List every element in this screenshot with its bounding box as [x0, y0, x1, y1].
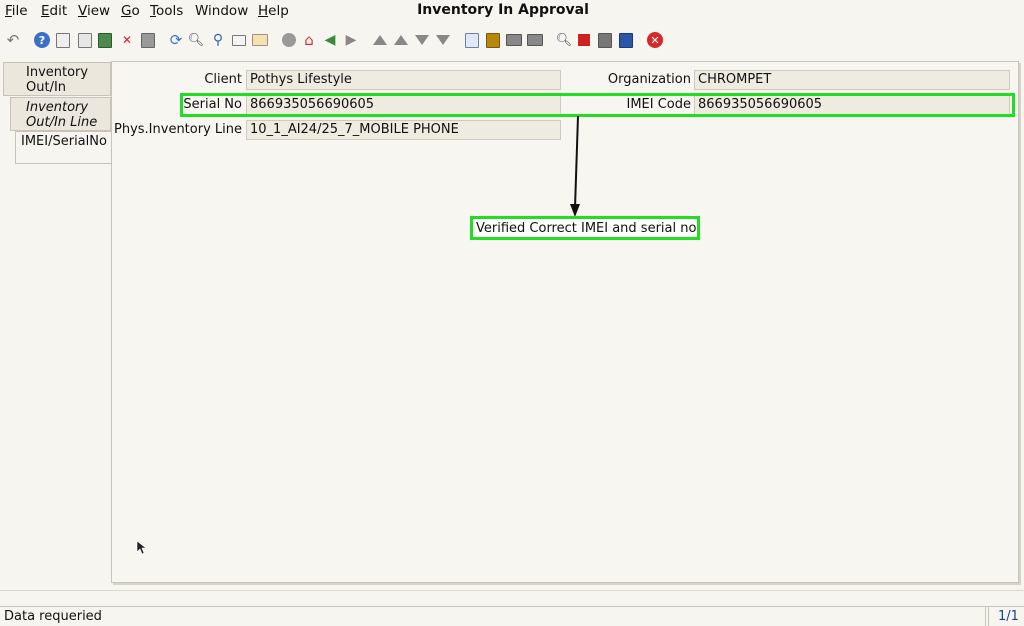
copy-icon[interactable] [76, 31, 94, 49]
print-icon[interactable] [526, 31, 544, 49]
imei-code-field[interactable]: 866935056690605 [694, 95, 1010, 115]
annotation-arrow-icon [570, 116, 580, 217]
grid-toggle-icon[interactable] [251, 31, 269, 49]
tab-label: Out/In [26, 80, 67, 95]
mouse-cursor-icon [136, 540, 146, 555]
tab-inventory-out-in[interactable]: Inventory Out/In [3, 62, 111, 96]
last-record-icon[interactable] [434, 31, 452, 49]
status-message: Data requeried [4, 609, 102, 624]
history-icon[interactable] [280, 31, 298, 49]
imei-code-label: IMEI Code [626, 97, 691, 112]
product-info-icon[interactable] [617, 31, 635, 49]
forward-icon[interactable]: ▶ [342, 31, 360, 49]
tab-label: Inventory [26, 65, 89, 80]
refresh-icon[interactable]: ⟳ [167, 31, 185, 49]
serial-no-field[interactable]: 866935056690605 [246, 95, 561, 115]
client-label: Client [204, 72, 242, 87]
back-icon[interactable]: ◀ [321, 31, 339, 49]
save-icon[interactable] [139, 31, 157, 49]
window-title: Inventory In Approval [417, 2, 589, 18]
exit-icon[interactable]: ✕ [646, 31, 664, 49]
tab-label: Out/In Line [26, 115, 98, 130]
tab-panel: Inventory Out/In Inventory Out/In Line I… [0, 62, 112, 592]
status-bar: Data requeried 1/1 [0, 606, 1024, 626]
new-icon[interactable] [54, 31, 72, 49]
attachment-icon[interactable]: ⚲ [209, 31, 227, 49]
menu-bar: File Edit View Go Tools Window Help Inve… [0, 0, 1024, 24]
report-icon[interactable] [463, 31, 481, 49]
chat-icon[interactable] [230, 31, 248, 49]
serial-no-label: Serial No [183, 97, 242, 112]
save-new-icon[interactable] [96, 31, 114, 49]
previous-record-icon[interactable] [392, 31, 410, 49]
first-record-icon[interactable] [371, 31, 389, 49]
client-field[interactable]: Pothys Lifestyle [246, 70, 561, 90]
delete-icon[interactable]: ✕ [118, 31, 136, 49]
request-icon[interactable] [596, 31, 614, 49]
undo-icon[interactable]: ↶ [4, 31, 22, 49]
tab-imei-serialno[interactable]: IMEI/SerialNo [15, 131, 111, 164]
help-icon[interactable]: ? [33, 31, 51, 49]
annotation-callout: Verified Correct IMEI and serial no [470, 216, 700, 240]
organization-label: Organization [607, 72, 691, 87]
record-count[interactable]: 1/1 [998, 609, 1019, 624]
print-preview-icon[interactable] [505, 31, 523, 49]
find-icon[interactable]: 🔍︎ [187, 31, 205, 49]
tab-inventory-out-in-line[interactable]: Inventory Out/In Line [10, 97, 111, 131]
workflow-icon[interactable] [575, 31, 593, 49]
toolbar: ↶ ? ✕ ⟳ 🔍︎ ⚲ ⌂ ◀ ▶ 🔍︎ ✕ [0, 27, 1024, 55]
divider [0, 590, 1024, 591]
phys-inventory-line-field[interactable]: 10_1_AI24/25_7_MOBILE PHONE [246, 120, 561, 140]
home-icon[interactable]: ⌂ [300, 31, 318, 49]
status-divider [985, 607, 989, 626]
archive-icon[interactable] [484, 31, 502, 49]
phys-inventory-line-label: Phys.Inventory Line [114, 122, 242, 137]
tab-label: Inventory [26, 100, 89, 115]
zoom-across-icon[interactable]: 🔍︎ [555, 31, 573, 49]
tab-label: IMEI/SerialNo [21, 134, 107, 149]
organization-field[interactable]: CHROMPET [694, 70, 1010, 90]
next-record-icon[interactable] [413, 31, 431, 49]
